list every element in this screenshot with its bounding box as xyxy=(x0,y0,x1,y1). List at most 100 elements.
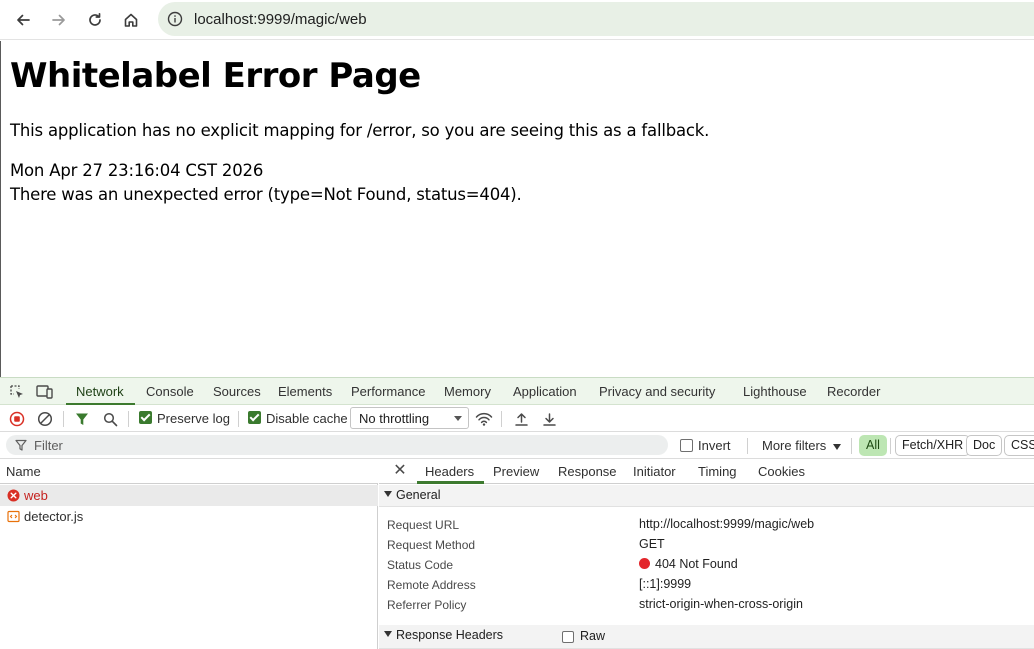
header-row-remote-address: Remote Address [::1]:9999 xyxy=(379,575,1034,595)
header-row-status-code: Status Code 404 Not Found xyxy=(379,555,1034,575)
header-value: GET xyxy=(639,537,665,551)
filter-toggle-button[interactable] xyxy=(72,409,92,429)
funnel-icon xyxy=(76,413,88,425)
raw-checkbox[interactable] xyxy=(562,631,574,643)
general-section-header[interactable]: General xyxy=(379,485,1034,507)
tab-elements[interactable]: Elements xyxy=(278,384,332,399)
wifi-settings-icon xyxy=(475,412,493,426)
stop-recording-button[interactable] xyxy=(7,409,27,429)
filter-placeholder: Filter xyxy=(34,438,63,453)
details-tab-bar: ✕ Headers Preview Response Initiator Tim… xyxy=(379,459,1034,484)
invert-checkbox[interactable] xyxy=(680,439,693,452)
forward-button[interactable] xyxy=(46,7,72,33)
page-content: Whitelabel Error Page This application h… xyxy=(0,41,1034,377)
tab-cookies[interactable]: Cookies xyxy=(758,464,805,479)
tab-sources[interactable]: Sources xyxy=(213,384,261,399)
tab-response[interactable]: Response xyxy=(558,464,617,479)
network-panes: Name web detector.js ✕ Headers Preview R… xyxy=(0,459,1034,649)
close-icon[interactable]: ✕ xyxy=(392,463,408,479)
filter-chip-fetch-xhr[interactable]: Fetch/XHR xyxy=(895,435,971,456)
filter-chip-css[interactable]: CSS xyxy=(1004,435,1034,456)
throttling-select[interactable]: No throttling xyxy=(350,407,469,429)
tab-headers[interactable]: Headers xyxy=(425,464,474,479)
download-icon xyxy=(542,412,556,426)
chevron-down-icon[interactable] xyxy=(833,444,841,450)
filter-chip-all[interactable]: All xyxy=(859,435,887,456)
chevron-down-icon xyxy=(454,416,462,421)
clear-button[interactable] xyxy=(35,409,55,429)
back-button[interactable] xyxy=(10,7,36,33)
toolbar-divider xyxy=(238,411,239,427)
preserve-log-checkbox[interactable] xyxy=(139,411,152,424)
network-toolbar: Preserve log Disable cache No throttling xyxy=(0,405,1034,432)
raw-label[interactable]: Raw xyxy=(580,629,605,643)
tab-performance[interactable]: Performance xyxy=(351,384,425,399)
request-name: web xyxy=(24,488,48,503)
name-column-header[interactable]: Name xyxy=(0,459,378,484)
status-dot-icon xyxy=(639,558,650,569)
throttling-value: No throttling xyxy=(359,411,430,426)
import-har-button[interactable] xyxy=(511,409,531,429)
request-name: detector.js xyxy=(24,509,84,524)
tab-initiator[interactable]: Initiator xyxy=(633,464,676,479)
tab-console[interactable]: Console xyxy=(146,384,194,399)
request-row[interactable]: web xyxy=(0,485,378,506)
header-value: http://localhost:9999/magic/web xyxy=(639,517,815,531)
toolbar-divider xyxy=(501,411,502,427)
toolbar-divider xyxy=(63,411,64,427)
script-file-icon xyxy=(7,510,20,523)
toolbar-divider xyxy=(851,438,852,454)
toolbar-divider xyxy=(747,438,748,454)
filter-bar: Filter Invert More filters All Fetch/XHR… xyxy=(0,432,1034,459)
request-row[interactable]: detector.js xyxy=(0,506,378,527)
disable-cache-label[interactable]: Disable cache xyxy=(266,411,348,426)
header-key: Status Code xyxy=(387,558,454,572)
toolbar-divider xyxy=(128,411,129,427)
request-list: Name web detector.js xyxy=(0,459,378,649)
tab-privacy-security[interactable]: Privacy and security xyxy=(599,384,715,399)
header-key: Request Method xyxy=(387,538,476,552)
page-title: Whitelabel Error Page xyxy=(10,56,421,96)
preserve-log-label[interactable]: Preserve log xyxy=(157,411,230,426)
clear-icon xyxy=(37,411,53,427)
header-value: [::1]:9999 xyxy=(639,577,692,591)
error-timestamp: Mon Apr 27 23:16:04 CST 2026 xyxy=(10,161,264,180)
tab-memory[interactable]: Memory xyxy=(444,384,491,399)
devtools-panel: Network Console Sources Elements Perform… xyxy=(0,377,1034,649)
tab-timing[interactable]: Timing xyxy=(698,464,737,479)
url-text[interactable]: localhost:9999/magic/web xyxy=(194,11,367,28)
tab-application[interactable]: Application xyxy=(513,384,577,399)
address-bar[interactable]: localhost:9999/magic/web xyxy=(158,2,1034,36)
devtools-tab-bar: Network Console Sources Elements Perform… xyxy=(0,377,1034,406)
network-conditions-button[interactable] xyxy=(474,409,494,429)
upload-icon xyxy=(514,412,528,426)
header-key: Request URL xyxy=(387,518,460,532)
status-code-text: 404 Not Found xyxy=(655,557,738,571)
filter-chip-doc[interactable]: Doc xyxy=(966,435,1003,456)
search-button[interactable] xyxy=(100,409,120,429)
home-button[interactable] xyxy=(118,7,144,33)
reload-button[interactable] xyxy=(82,7,108,33)
general-section-title: General xyxy=(396,488,441,502)
tab-lighthouse[interactable]: Lighthouse xyxy=(743,384,807,399)
search-icon xyxy=(103,412,117,426)
error-message: This application has no explicit mapping… xyxy=(10,121,710,140)
tab-preview[interactable]: Preview xyxy=(493,464,539,479)
response-headers-title: Response Headers xyxy=(396,628,504,642)
invert-label[interactable]: Invert xyxy=(698,438,731,453)
header-key: Remote Address xyxy=(387,578,476,592)
header-row-request-url: Request URL http://localhost:9999/magic/… xyxy=(379,515,1034,535)
disable-cache-checkbox[interactable] xyxy=(248,411,261,424)
error-icon xyxy=(7,489,20,502)
tab-network[interactable]: Network xyxy=(76,384,124,399)
site-info-icon[interactable] xyxy=(166,10,184,28)
filter-input[interactable]: Filter xyxy=(6,435,668,455)
response-headers-section-header[interactable]: Response Headers Raw xyxy=(379,625,1034,649)
inspect-element-icon[interactable] xyxy=(7,383,27,401)
tab-recorder[interactable]: Recorder xyxy=(827,384,880,399)
device-toolbar-icon[interactable] xyxy=(35,383,55,401)
header-key: Referrer Policy xyxy=(387,598,467,612)
export-har-button[interactable] xyxy=(539,409,559,429)
record-icon xyxy=(9,411,25,427)
more-filters-button[interactable]: More filters xyxy=(762,438,826,453)
